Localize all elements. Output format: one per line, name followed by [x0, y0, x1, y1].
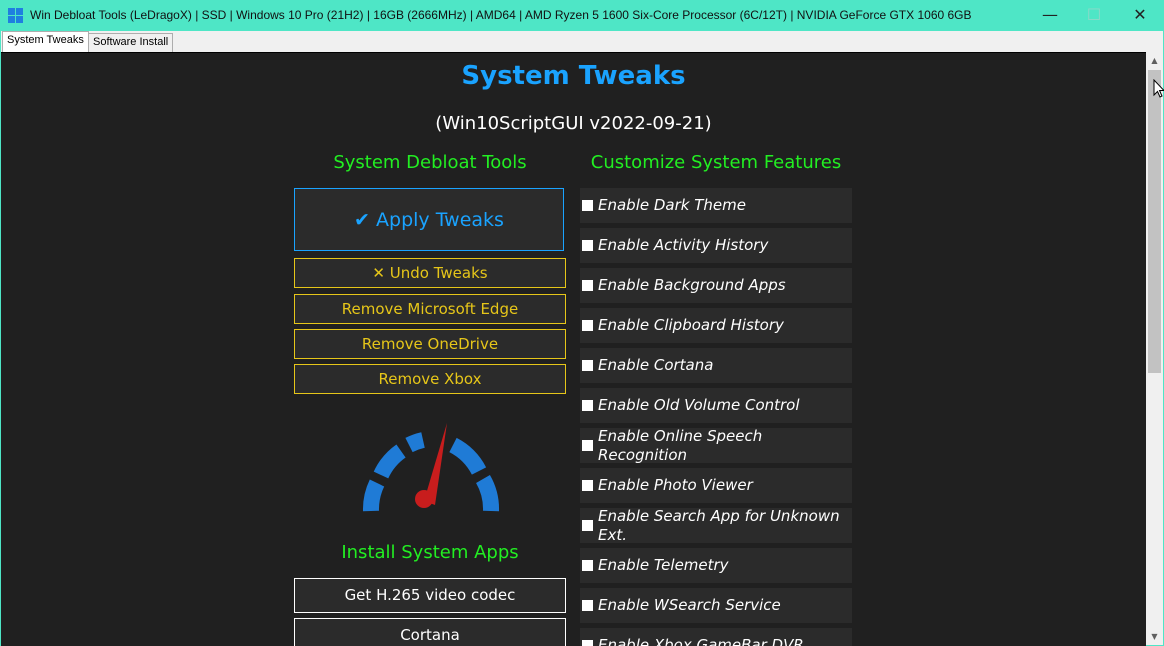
checkbox[interactable]	[582, 240, 593, 251]
feature-label: Enable Telemetry	[598, 556, 729, 574]
feature-background-apps[interactable]: Enable Background Apps	[580, 268, 852, 303]
scroll-up-arrow-icon[interactable]: ▲	[1146, 52, 1163, 69]
feature-label: Enable Old Volume Control	[598, 396, 800, 414]
checkbox[interactable]	[582, 200, 593, 211]
checkbox[interactable]	[582, 640, 593, 646]
title-bar: Win Debloat Tools (LeDragoX) | SSD | Win…	[0, 0, 1164, 31]
feature-label: Enable Dark Theme	[598, 196, 746, 214]
feature-clipboard-history[interactable]: Enable Clipboard History	[580, 308, 852, 343]
maximize-button[interactable]: ☐	[1071, 0, 1117, 31]
minimize-button[interactable]: —	[1027, 0, 1073, 31]
install-heading: Install System Apps	[341, 542, 519, 563]
checkbox[interactable]	[582, 280, 593, 291]
speedometer-icon	[363, 423, 500, 512]
window-title: Win Debloat Tools (LeDragoX) | SSD | Win…	[30, 8, 972, 22]
feature-online-speech-recognition[interactable]: Enable Online Speech Recognition	[580, 426, 852, 464]
feature-search-app-unknown-ext[interactable]: Enable Search App for Unknown Ext.	[580, 506, 852, 544]
scrollbar-thumb[interactable]	[1148, 70, 1161, 373]
checkbox[interactable]	[582, 440, 593, 451]
remove-xbox-button[interactable]: Remove Xbox	[294, 364, 566, 394]
checkbox[interactable]	[582, 520, 593, 531]
checkbox[interactable]	[582, 320, 593, 331]
mouse-cursor-icon	[1153, 79, 1164, 98]
tab-software-install[interactable]: Software Install	[88, 33, 174, 52]
remove-edge-button[interactable]: Remove Microsoft Edge	[294, 294, 566, 324]
checkbox[interactable]	[582, 600, 593, 611]
feature-label: Enable Xbox GameBar DVR	[598, 636, 804, 646]
undo-tweaks-button[interactable]: ✕ Undo Tweaks	[294, 258, 566, 288]
feature-activity-history[interactable]: Enable Activity History	[580, 228, 852, 263]
feature-xbox-gamebar-dvr[interactable]: Enable Xbox GameBar DVR	[580, 628, 852, 646]
tab-system-tweaks[interactable]: System Tweaks	[2, 31, 89, 53]
tab-strip: System Tweaks Software Install	[1, 31, 1163, 53]
scroll-down-arrow-icon[interactable]: ▼	[1146, 628, 1163, 645]
checkbox[interactable]	[582, 480, 593, 491]
feature-old-volume-control[interactable]: Enable Old Volume Control	[580, 388, 852, 423]
feature-label: Enable Activity History	[598, 236, 769, 254]
feature-dark-theme[interactable]: Enable Dark Theme	[580, 188, 852, 223]
apply-tweaks-button[interactable]: ✔ Apply Tweaks	[294, 188, 564, 251]
feature-label: Enable Photo Viewer	[598, 476, 753, 494]
feature-label: Enable Clipboard History	[598, 316, 784, 334]
debloat-heading: System Debloat Tools	[333, 152, 527, 173]
vertical-scrollbar[interactable]: ▲ ▼	[1146, 52, 1163, 645]
page-subtitle: (Win10ScriptGUI v2022-09-21)	[435, 113, 712, 134]
feature-photo-viewer[interactable]: Enable Photo Viewer	[580, 468, 852, 503]
get-h265-codec-button[interactable]: Get H.265 video codec	[294, 578, 566, 613]
checkbox[interactable]	[582, 400, 593, 411]
checkbox[interactable]	[582, 360, 593, 371]
close-button[interactable]: ✕	[1117, 0, 1163, 31]
remove-onedrive-button[interactable]: Remove OneDrive	[294, 329, 566, 359]
feature-label: Enable WSearch Service	[598, 596, 781, 614]
windows-logo-icon	[8, 8, 24, 24]
page-title: System Tweaks	[461, 61, 686, 91]
features-heading: Customize System Features	[590, 152, 842, 173]
feature-wsearch-service[interactable]: Enable WSearch Service	[580, 588, 852, 623]
feature-label: Enable Online Speech Recognition	[598, 426, 763, 464]
feature-telemetry[interactable]: Enable Telemetry	[580, 548, 852, 583]
system-tweaks-panel: System Tweaks (Win10ScriptGUI v2022-09-2…	[1, 52, 1146, 646]
feature-label: Enable Cortana	[598, 356, 714, 374]
checkbox[interactable]	[582, 560, 593, 571]
cortana-install-button[interactable]: Cortana	[294, 618, 566, 646]
feature-cortana[interactable]: Enable Cortana	[580, 348, 852, 383]
feature-label: Enable Background Apps	[598, 276, 786, 294]
feature-label: Enable Search App for Unknown Ext.	[598, 506, 840, 544]
